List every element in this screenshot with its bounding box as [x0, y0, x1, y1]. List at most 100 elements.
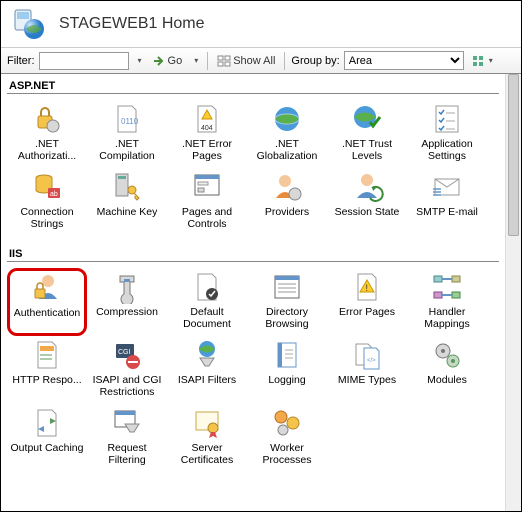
item-label: Session State	[335, 206, 400, 218]
item-isapi-filters[interactable]: ISAPI Filters	[167, 336, 247, 404]
item-output-caching[interactable]: Output Caching	[7, 404, 87, 472]
show-all-button[interactable]: Show All	[214, 51, 278, 71]
view-dropdown[interactable]	[468, 51, 496, 71]
item-net-globalization[interactable]: .NET Globalization	[247, 100, 327, 168]
item-label: Pages and Controls	[169, 206, 245, 230]
document-binary-icon: 0110	[110, 102, 144, 136]
server-key-icon	[110, 170, 144, 204]
item-logging[interactable]: Logging	[247, 336, 327, 404]
form-controls-icon	[190, 170, 224, 204]
item-label: .NET Trust Levels	[329, 138, 405, 162]
item-label: ISAPI and CGI Restrictions	[89, 374, 165, 398]
item-http-response[interactable]: HTTP Respo...	[7, 336, 87, 404]
item-net-authorization[interactable]: .NET Authorizati...	[7, 100, 87, 168]
section-title-iis: IIS	[7, 246, 499, 262]
item-net-error-pages[interactable]: 404 .NET Error Pages	[167, 100, 247, 168]
item-label: Default Document	[169, 306, 245, 330]
page-header: STAGEWEB1 Home	[1, 1, 521, 48]
item-label: Output Caching	[11, 442, 84, 454]
item-label: .NET Compilation	[89, 138, 165, 162]
aspnet-grid: .NET Authorizati... 0110 .NET Compilatio…	[7, 100, 503, 236]
filter-window-icon	[110, 406, 144, 440]
content-area: ASP.NET .NET Authorizati... 0110 .NET Co…	[1, 74, 521, 511]
group-by-select[interactable]: Area	[344, 51, 464, 70]
svg-text:ab: ab	[50, 191, 58, 198]
item-net-trust-levels[interactable]: .NET Trust Levels	[327, 100, 407, 168]
user-refresh-icon	[350, 170, 384, 204]
item-label: Modules	[427, 374, 467, 386]
clamp-icon	[110, 270, 144, 304]
item-compression[interactable]: Compression	[87, 268, 167, 336]
item-modules[interactable]: Modules	[407, 336, 487, 404]
section-title-aspnet: ASP.NET	[7, 78, 499, 94]
item-label: Authentication	[14, 307, 81, 319]
file-types-icon: </>	[350, 338, 384, 372]
item-label: Directory Browsing	[249, 306, 325, 330]
funnel-globe-icon	[190, 338, 224, 372]
item-label: Providers	[265, 206, 309, 218]
go-button[interactable]: Go	[149, 51, 186, 71]
item-pages-and-controls[interactable]: Pages and Controls	[167, 168, 247, 236]
item-machine-key[interactable]: Machine Key	[87, 168, 167, 236]
svg-text:</>: </>	[367, 358, 376, 364]
globe-icon	[270, 102, 304, 136]
item-directory-browsing[interactable]: Directory Browsing	[247, 268, 327, 336]
item-label: Server Certificates	[169, 442, 245, 466]
item-error-pages[interactable]: ! Error Pages	[327, 268, 407, 336]
item-connection-strings[interactable]: ab Connection Strings	[7, 168, 87, 236]
warning-page-icon: !	[350, 270, 384, 304]
checklist-icon	[430, 102, 464, 136]
item-label: Application Settings	[409, 138, 485, 162]
item-label: Request Filtering	[89, 442, 165, 466]
item-net-compilation[interactable]: 0110 .NET Compilation	[87, 100, 167, 168]
scrollbar[interactable]	[505, 74, 521, 511]
item-default-document[interactable]: Default Document	[167, 268, 247, 336]
item-application-settings[interactable]: Application Settings	[407, 100, 487, 168]
certificate-icon	[190, 406, 224, 440]
svg-text:!: !	[366, 283, 369, 293]
item-session-state[interactable]: Session State	[327, 168, 407, 236]
document-check-icon	[190, 270, 224, 304]
mapping-arrows-icon	[430, 270, 464, 304]
filter-input[interactable]	[39, 52, 129, 70]
server-icon	[9, 5, 49, 43]
item-smtp-email[interactable]: SMTP E-mail	[407, 168, 487, 236]
item-label: ISAPI Filters	[178, 374, 236, 386]
item-handler-mappings[interactable]: Handler Mappings	[407, 268, 487, 336]
item-label: Compression	[96, 306, 158, 318]
item-label: .NET Error Pages	[169, 138, 245, 162]
item-server-certificates[interactable]: Server Certificates	[167, 404, 247, 472]
filter-dropdown[interactable]	[133, 51, 145, 71]
notebook-icon	[270, 338, 304, 372]
item-label: Handler Mappings	[409, 306, 485, 330]
iis-grid: Authentication Compression Default Docum…	[7, 268, 503, 472]
user-gear-icon	[270, 170, 304, 204]
item-request-filtering[interactable]: Request Filtering	[87, 404, 167, 472]
go-label: Go	[168, 55, 183, 67]
cache-arrows-icon	[30, 406, 64, 440]
envelope-icon	[430, 170, 464, 204]
item-worker-processes[interactable]: Worker Processes	[247, 404, 327, 472]
separator	[207, 52, 208, 70]
go-dropdown[interactable]	[189, 51, 201, 71]
window-list-icon	[270, 270, 304, 304]
item-label: Connection Strings	[9, 206, 85, 230]
item-providers[interactable]: Providers	[247, 168, 327, 236]
user-lock-icon	[30, 271, 64, 305]
error-404-icon: 404	[190, 102, 224, 136]
separator	[284, 52, 285, 70]
item-label: .NET Authorizati...	[9, 138, 85, 162]
item-label: .NET Globalization	[249, 138, 325, 162]
svg-text:CGI: CGI	[118, 349, 131, 356]
http-header-icon	[30, 338, 64, 372]
item-mime-types[interactable]: </> MIME Types	[327, 336, 407, 404]
item-label: MIME Types	[338, 374, 396, 386]
svg-text:404: 404	[201, 125, 213, 132]
item-label: HTTP Respo...	[12, 374, 81, 386]
globe-check-icon	[350, 102, 384, 136]
item-label: Logging	[268, 374, 305, 386]
item-label: SMTP E-mail	[416, 206, 478, 218]
item-label: Machine Key	[97, 206, 158, 218]
item-authentication[interactable]: Authentication	[7, 268, 87, 336]
item-isapi-cgi-restrictions[interactable]: CGI ISAPI and CGI Restrictions	[87, 336, 167, 404]
